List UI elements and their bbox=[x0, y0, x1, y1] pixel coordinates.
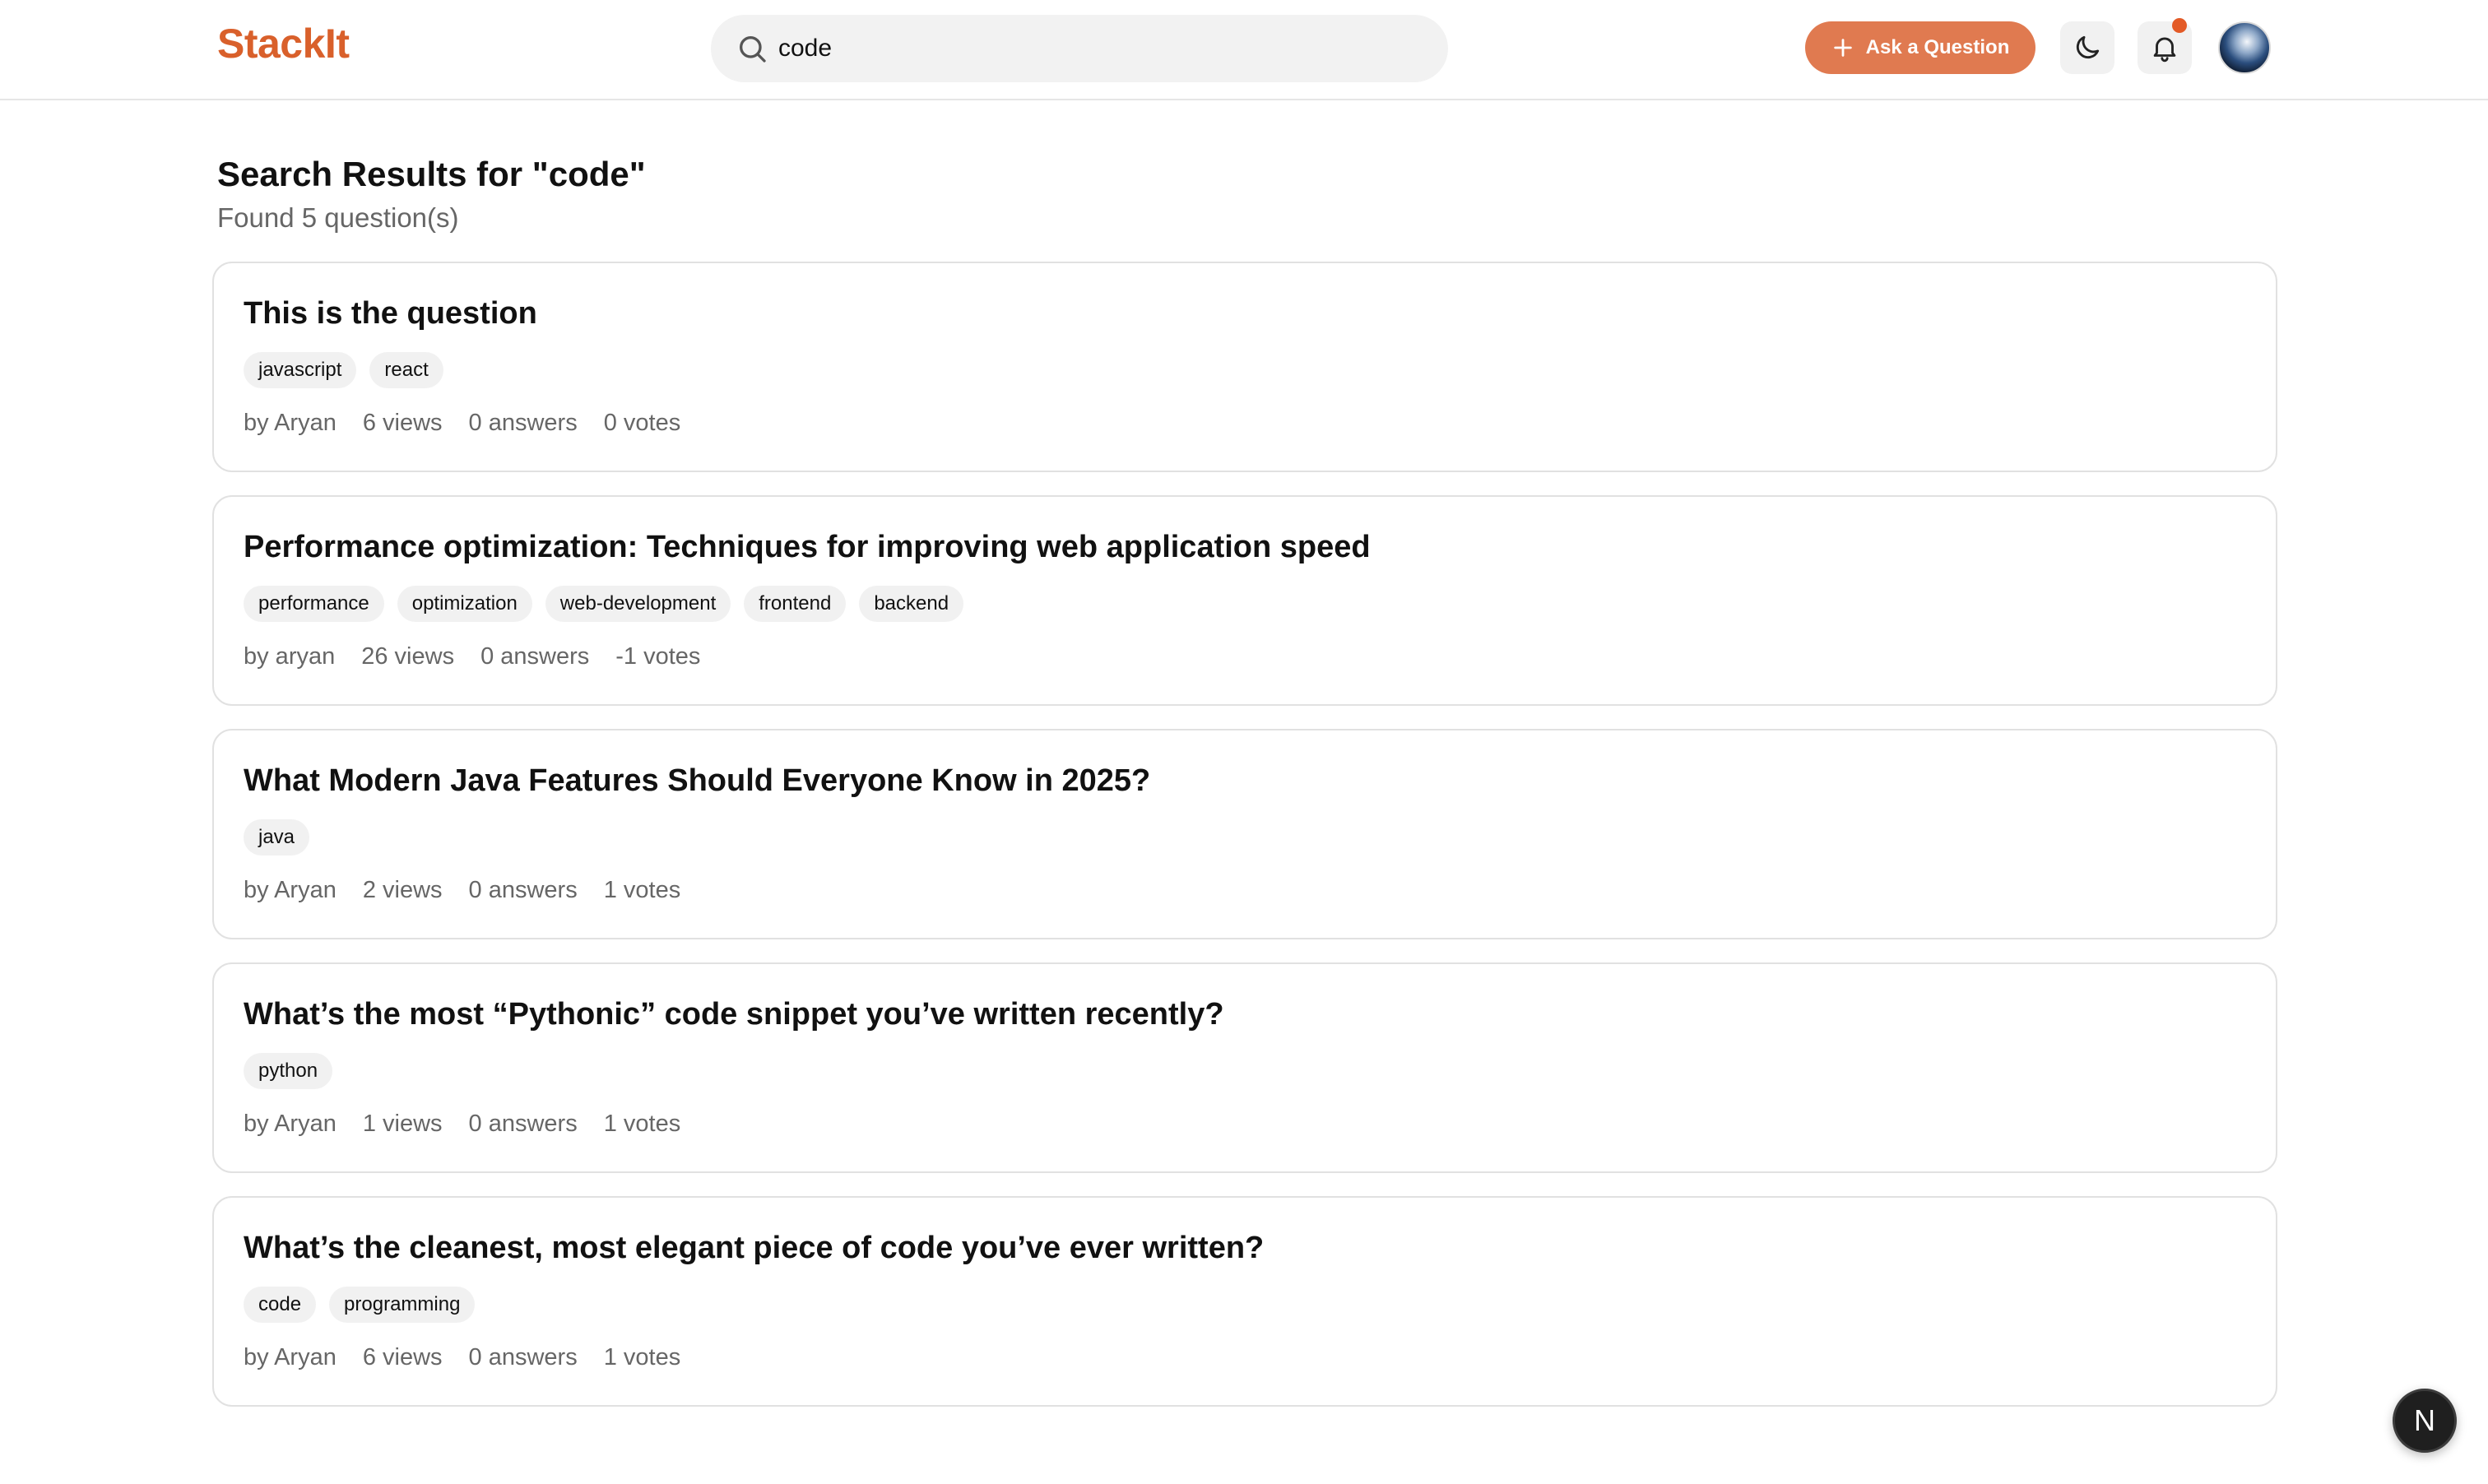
author-label: by aryan bbox=[244, 643, 336, 670]
views-count: 6 views bbox=[362, 1344, 443, 1370]
search-input[interactable] bbox=[778, 15, 1420, 82]
notification-badge bbox=[2172, 18, 2187, 33]
question-title[interactable]: This is the question bbox=[244, 296, 537, 332]
tag-list: java bbox=[244, 819, 310, 856]
tag-chip[interactable]: javascript bbox=[244, 352, 357, 388]
ask-question-button[interactable]: Ask a Question bbox=[1805, 21, 2035, 74]
search-icon bbox=[740, 36, 766, 63]
user-avatar[interactable] bbox=[2218, 21, 2271, 74]
question-meta: by Aryan 6 views 0 answers 0 votes bbox=[244, 410, 680, 437]
votes-count: 1 votes bbox=[603, 877, 681, 903]
answers-count: 0 answers bbox=[468, 1344, 578, 1370]
tag-chip[interactable]: backend bbox=[859, 586, 964, 622]
votes-count: -1 votes bbox=[615, 643, 701, 670]
question-title[interactable]: What’s the most “Pythonic” code snippet … bbox=[244, 997, 1224, 1032]
ask-question-label: Ask a Question bbox=[1865, 36, 2010, 58]
question-card[interactable]: This is the question javascript react by Ar… bbox=[212, 262, 2277, 472]
tag-chip[interactable]: optimization bbox=[397, 586, 532, 622]
tag-chip[interactable]: frontend bbox=[744, 586, 847, 622]
question-card[interactable]: What’s the cleanest, most elegant piece … bbox=[212, 1196, 2277, 1407]
author-label: by Aryan bbox=[244, 410, 337, 436]
tag-list: javascript react bbox=[244, 352, 443, 388]
question-card[interactable]: What Modern Java Features Should Everyon… bbox=[212, 729, 2277, 939]
tag-chip[interactable]: java bbox=[244, 819, 310, 856]
tag-chip[interactable]: react bbox=[369, 352, 443, 388]
moon-icon bbox=[2076, 35, 2100, 59]
tag-list: performance optimization web-development fr… bbox=[244, 586, 964, 622]
answers-count: 0 answers bbox=[480, 643, 590, 670]
tag-chip[interactable]: programming bbox=[329, 1287, 476, 1323]
answers-count: 0 answers bbox=[468, 410, 578, 436]
bell-icon bbox=[2153, 37, 2176, 63]
answers-count: 0 answers bbox=[468, 1111, 578, 1137]
question-card[interactable]: Performance optimization: Techniques for… bbox=[212, 495, 2277, 706]
question-meta: by Aryan 6 views 0 answers 1 votes bbox=[244, 1344, 680, 1371]
author-label: by Aryan bbox=[244, 1344, 337, 1370]
question-list: This is the question javascript react by Ar… bbox=[212, 262, 2277, 1430]
tag-chip[interactable]: web-development bbox=[545, 586, 731, 622]
views-count: 2 views bbox=[362, 877, 443, 903]
theme-toggle-button[interactable] bbox=[2060, 21, 2114, 74]
views-count: 6 views bbox=[362, 410, 443, 436]
question-title[interactable]: What’s the cleanest, most elegant piece … bbox=[244, 1231, 1264, 1266]
tag-list: python bbox=[244, 1053, 333, 1089]
nextjs-dev-indicator-button[interactable]: N bbox=[2393, 1389, 2457, 1453]
nextjs-logo-icon: N bbox=[2414, 1403, 2435, 1437]
tag-chip[interactable]: python bbox=[244, 1053, 333, 1089]
views-count: 1 views bbox=[362, 1111, 443, 1137]
app-logo[interactable]: StackIt bbox=[217, 20, 350, 67]
question-meta: by aryan 26 views 0 answers -1 votes bbox=[244, 643, 700, 670]
plus-icon bbox=[1833, 39, 1852, 57]
question-title[interactable]: What Modern Java Features Should Everyon… bbox=[244, 763, 1150, 799]
question-meta: by Aryan 2 views 0 answers 1 votes bbox=[244, 877, 680, 904]
tag-list: code programming bbox=[244, 1287, 476, 1323]
views-count: 26 views bbox=[361, 643, 455, 670]
page-title: Search Results for "code" bbox=[217, 155, 646, 193]
votes-count: 0 votes bbox=[603, 410, 681, 436]
results-count: Found 5 question(s) bbox=[217, 202, 459, 233]
question-title[interactable]: Performance optimization: Techniques for… bbox=[244, 530, 1371, 565]
question-meta: by Aryan 1 views 0 answers 1 votes bbox=[244, 1111, 680, 1138]
tag-chip[interactable]: code bbox=[244, 1287, 317, 1323]
notifications-button[interactable] bbox=[2138, 18, 2192, 74]
author-label: by Aryan bbox=[244, 1111, 337, 1137]
top-navbar: StackIt Ask a Question bbox=[0, 0, 2488, 100]
search-bar[interactable] bbox=[711, 15, 1448, 82]
answers-count: 0 answers bbox=[468, 877, 578, 903]
votes-count: 1 votes bbox=[603, 1111, 681, 1137]
tag-chip[interactable]: performance bbox=[244, 586, 384, 622]
question-card[interactable]: What’s the most “Pythonic” code snippet … bbox=[212, 962, 2277, 1173]
author-label: by Aryan bbox=[244, 877, 337, 903]
votes-count: 1 votes bbox=[603, 1344, 681, 1370]
